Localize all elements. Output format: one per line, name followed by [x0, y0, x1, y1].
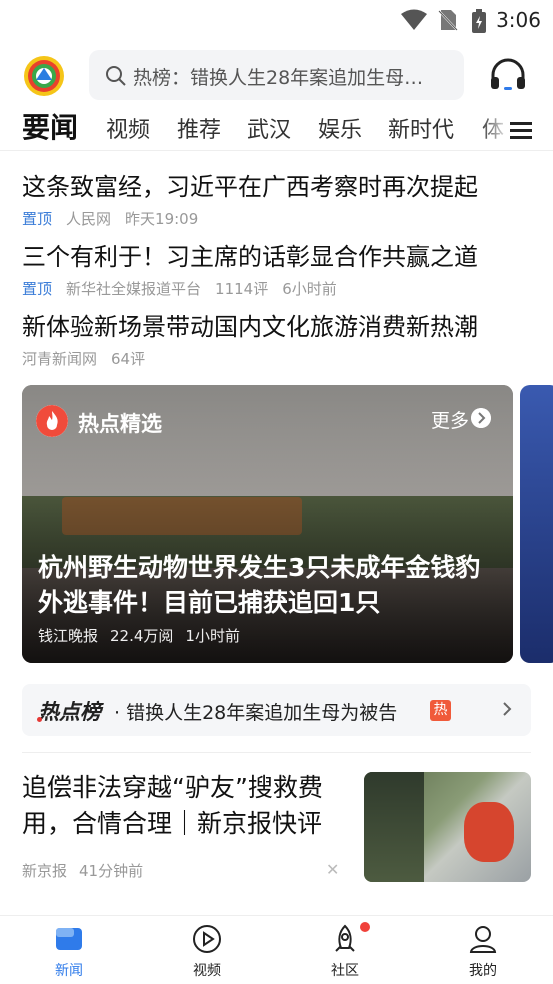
channel-tabs: 要闻 视频 推荐 武汉 娱乐 新时代 体	[0, 106, 553, 150]
hot-card[interactable]: 热点精选 更多 杭州野生动物世界发生3只未成年金钱豹外逃事件！目前已捕获追回1只…	[22, 385, 513, 663]
article-source: 新京报	[22, 862, 68, 880]
menu-icon[interactable]	[510, 120, 532, 140]
nav-label: 视频	[193, 963, 221, 979]
tab-fade	[480, 106, 510, 150]
nav-label: 社区	[331, 963, 359, 979]
divider	[22, 752, 531, 753]
article-time: 41分钟前	[79, 862, 144, 880]
nav-community[interactable]: 社区	[305, 924, 385, 980]
news-meta: 河青新闻网 64评	[22, 348, 542, 369]
search-bar[interactable]: 热榜：错换人生28年案追加生母…	[89, 50, 464, 100]
news-comments: 1114评	[215, 280, 269, 298]
app-logo-icon[interactable]	[22, 54, 66, 98]
search-icon	[106, 66, 126, 86]
app-header: 热榜：错换人生28年案追加生母…	[0, 46, 553, 104]
chevron-right-icon[interactable]	[501, 699, 513, 719]
tab-recommend[interactable]: 推荐	[177, 112, 221, 144]
news-time: 6小时前	[282, 280, 337, 298]
hot-badge: 热	[430, 700, 451, 721]
news-source: 新华社全媒报道平台	[66, 280, 202, 298]
article-meta: 新京报 41分钟前	[22, 860, 155, 881]
news-item[interactable]: 三个有利于！习主席的话彰显合作共赢之道 置顶 新华社全媒报道平台 1114评 6小时前	[22, 237, 542, 299]
bottom-nav: 新闻 视频 社区 我的	[0, 915, 553, 984]
news-item[interactable]: 新体验新场景带动国内文化旅游消费新热潮 河青新闻网 64评	[22, 307, 542, 369]
clock: 3:06	[496, 8, 541, 32]
tab-divider	[0, 150, 553, 151]
pin-tag: 置顶	[22, 280, 53, 298]
news-meta: 置顶 人民网 昨天19:09	[22, 208, 542, 229]
hot-card-label: 热点精选	[78, 412, 162, 436]
status-bar: 3:06	[0, 0, 553, 40]
search-placeholder: 热榜：错换人生28年案追加生母…	[133, 67, 424, 89]
news-source: 河青新闻网	[22, 350, 98, 368]
news-source: 人民网	[66, 210, 112, 228]
hot-list-label: 热点榜	[38, 700, 101, 724]
nav-me[interactable]: 我的	[443, 924, 523, 980]
nav-news[interactable]: 新闻	[29, 924, 109, 980]
tab-video[interactable]: 视频	[106, 112, 150, 144]
tab-wuhan[interactable]: 武汉	[247, 112, 291, 144]
hot-card-title[interactable]: 杭州野生动物世界发生3只未成年金钱豹外逃事件！目前已捕获追回1只	[38, 550, 498, 620]
play-icon	[193, 925, 221, 953]
news-title[interactable]: 这条致富经，习近平在广西考察时再次提起	[22, 167, 542, 202]
battery-icon	[472, 9, 486, 33]
hot-dot	[37, 717, 42, 722]
news-icon	[56, 928, 82, 950]
news-comments: 64评	[111, 350, 146, 368]
news-title[interactable]: 新体验新场景带动国内文化旅游消费新热潮	[22, 307, 542, 342]
hot-card-meta: 钱江晚报 22.4万阅 1小时前	[38, 625, 252, 646]
hot-list-bar[interactable]: 热点榜 · 错换人生28年案追加生母为被告 热	[22, 684, 531, 736]
news-title[interactable]: 三个有利于！习主席的话彰显合作共赢之道	[22, 237, 542, 272]
article-title[interactable]: 追偿非法穿越“驴友”搜救费用，合情合理｜新京报快评	[22, 770, 352, 842]
nav-video[interactable]: 视频	[167, 924, 247, 980]
rocket-icon	[335, 924, 355, 952]
nav-label: 我的	[469, 963, 497, 979]
article-thumbnail[interactable]	[364, 772, 531, 882]
tab-entertainment[interactable]: 娱乐	[318, 112, 362, 144]
thumb-cliff	[364, 772, 424, 882]
next-card-peek[interactable]	[520, 385, 553, 663]
thumb-rescuer	[464, 802, 514, 862]
no-sim-icon	[438, 10, 458, 31]
hot-card-time: 1小时前	[185, 627, 240, 645]
pin-tag: 置顶	[22, 210, 53, 228]
wifi-icon	[401, 9, 427, 30]
hot-card-source: 钱江晚报	[38, 627, 99, 645]
flame-icon	[36, 405, 68, 437]
news-meta: 置顶 新华社全媒报道平台 1114评 6小时前	[22, 278, 542, 299]
hot-list-text[interactable]: · 错换人生28年案追加生母为被告	[114, 698, 397, 725]
news-time: 昨天19:09	[125, 210, 199, 228]
news-item[interactable]: 这条致富经，习近平在广西考察时再次提起 置顶 人民网 昨天19:09	[22, 167, 542, 229]
nav-label: 新闻	[55, 963, 83, 979]
tab-new-era[interactable]: 新时代	[388, 112, 454, 144]
dismiss-icon[interactable]: ✕	[326, 860, 339, 879]
hot-card-views: 22.4万阅	[110, 627, 174, 645]
headphones-icon[interactable]	[489, 58, 527, 92]
chevron-right-icon[interactable]	[471, 408, 491, 428]
more-link[interactable]: 更多	[431, 406, 469, 433]
notification-dot	[360, 922, 370, 932]
tab-yaowen[interactable]: 要闻	[22, 106, 78, 146]
person-icon	[469, 926, 497, 953]
